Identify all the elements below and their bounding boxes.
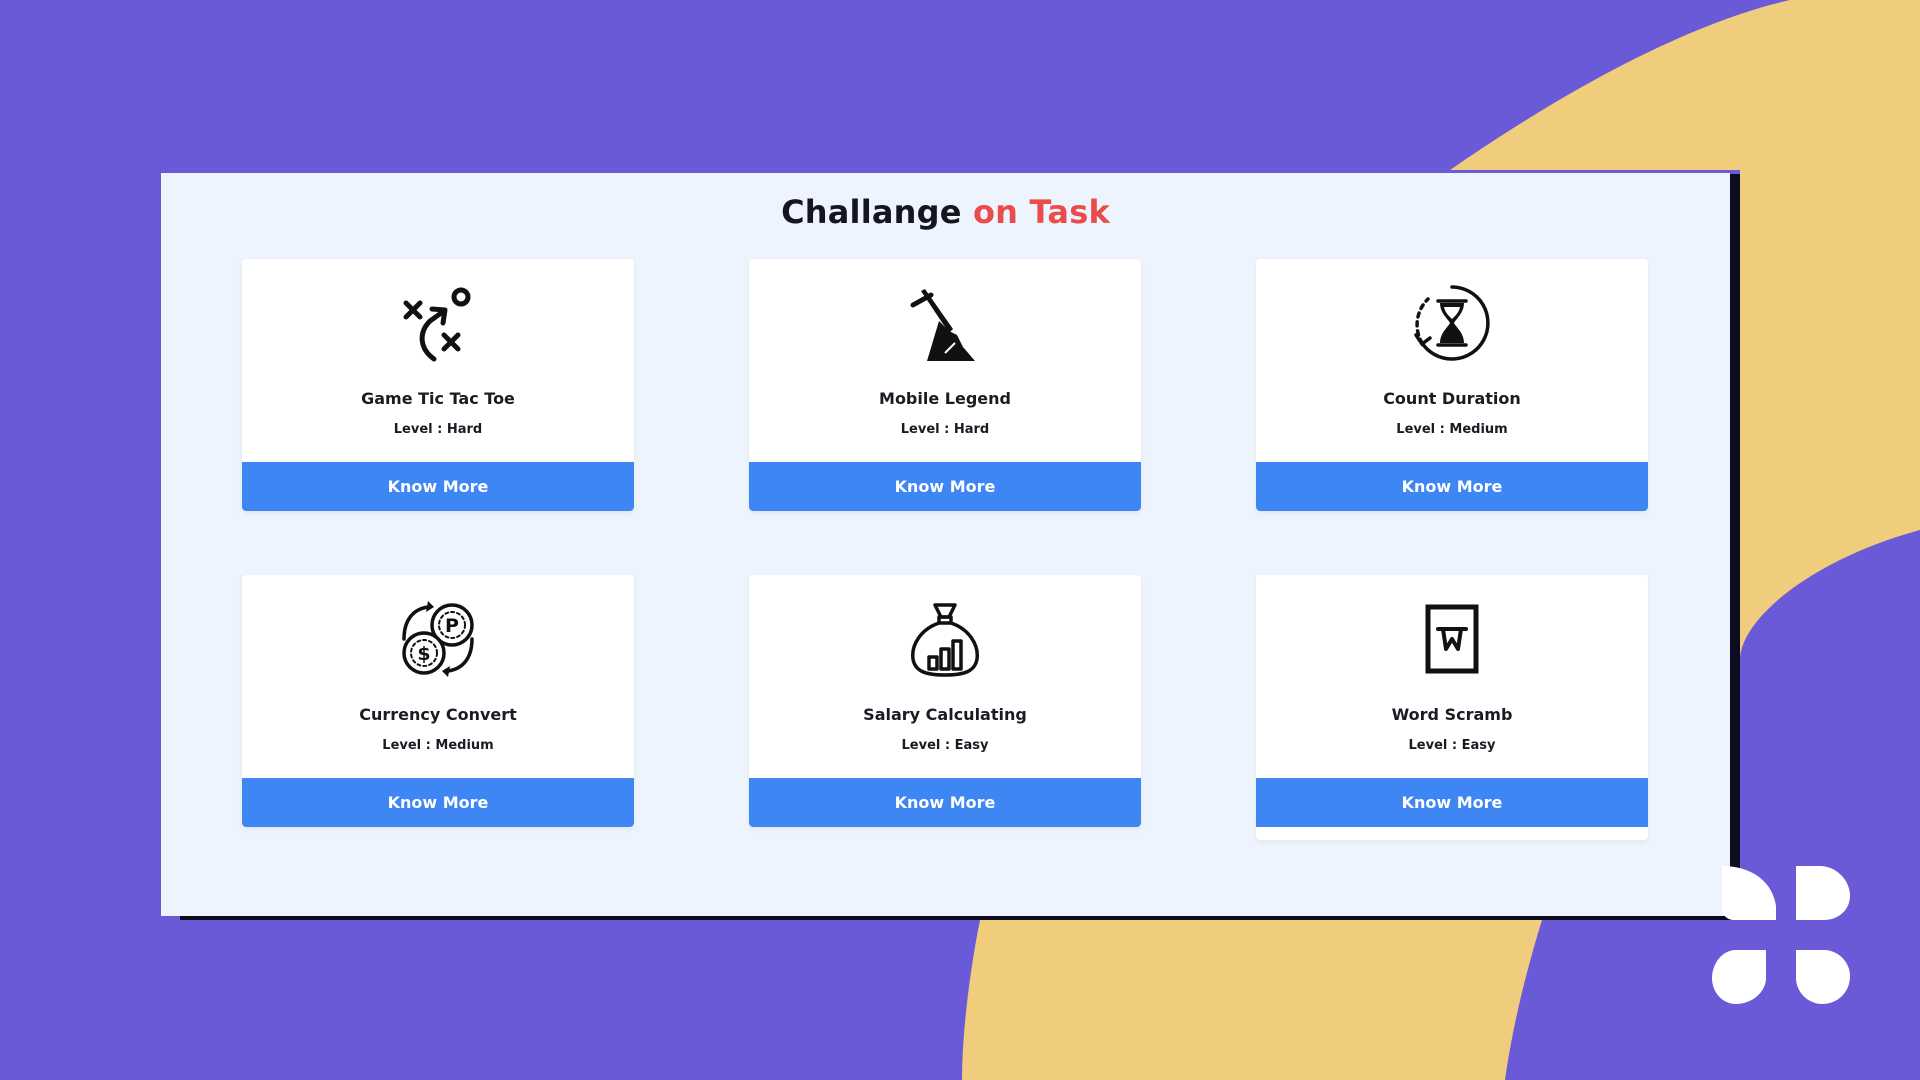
svg-text:$: $ bbox=[417, 643, 430, 665]
card-level: Level : Easy bbox=[901, 738, 989, 753]
challenge-panel: Challange on Task Game Tic Tac Toe Level… bbox=[161, 173, 1730, 916]
title-accent: on Task bbox=[973, 193, 1110, 231]
know-more-button[interactable]: Know More bbox=[242, 778, 634, 827]
card-title: Word Scramb bbox=[1391, 705, 1513, 724]
word-document-icon bbox=[1412, 599, 1492, 679]
know-more-button[interactable]: Know More bbox=[749, 462, 1141, 511]
card-title: Count Duration bbox=[1383, 389, 1521, 408]
svg-text:P: P bbox=[445, 615, 459, 637]
title-main: Challange bbox=[781, 193, 962, 231]
card-level: Level : Easy bbox=[1408, 738, 1496, 753]
page-title: Challange on Task bbox=[161, 193, 1730, 231]
currency-exchange-icon: P $ bbox=[398, 599, 478, 679]
card-title: Salary Calculating bbox=[863, 705, 1027, 724]
card-title: Mobile Legend bbox=[879, 389, 1011, 408]
clover-logo-icon bbox=[1712, 866, 1850, 1004]
sword-in-stone-icon bbox=[905, 283, 985, 363]
yellow-blob-bottom bbox=[962, 920, 1542, 1080]
money-bag-chart-icon bbox=[905, 599, 985, 679]
card-title: Currency Convert bbox=[359, 705, 517, 724]
know-more-button[interactable]: Know More bbox=[1256, 778, 1648, 827]
card-salary-calculating: Salary Calculating Level : Easy Know Mor… bbox=[749, 575, 1141, 827]
card-count-duration: Count Duration Level : Medium Know More bbox=[1256, 259, 1648, 511]
card-mobile-legend: Mobile Legend Level : Hard Know More bbox=[749, 259, 1141, 511]
strategy-icon bbox=[398, 283, 478, 363]
know-more-button[interactable]: Know More bbox=[749, 778, 1141, 827]
card-title: Game Tic Tac Toe bbox=[361, 389, 515, 408]
card-game-tic-tac-toe: Game Tic Tac Toe Level : Hard Know More bbox=[242, 259, 634, 511]
know-more-button[interactable]: Know More bbox=[242, 462, 634, 511]
card-currency-convert: P $ Currency Convert Level : Medium Know… bbox=[242, 575, 634, 827]
card-level: Level : Medium bbox=[382, 738, 494, 753]
card-level: Level : Medium bbox=[1396, 422, 1508, 437]
card-level: Level : Hard bbox=[900, 422, 990, 437]
card-level: Level : Hard bbox=[393, 422, 483, 437]
know-more-button[interactable]: Know More bbox=[1256, 462, 1648, 511]
hourglass-icon bbox=[1412, 283, 1492, 363]
card-word-scramb: Word Scramb Level : Easy Know More bbox=[1256, 575, 1648, 840]
